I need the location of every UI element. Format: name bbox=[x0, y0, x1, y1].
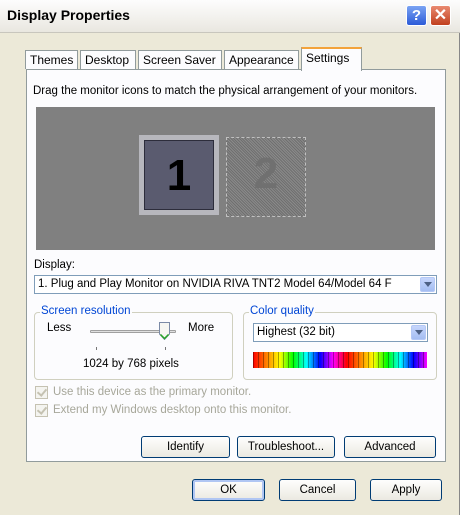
screen-resolution-title: Screen resolution bbox=[40, 305, 132, 317]
cancel-button[interactable]: Cancel bbox=[279, 479, 356, 501]
color-quality-value: Highest (32 bit) bbox=[257, 326, 335, 338]
resolution-slider-thumb[interactable] bbox=[159, 322, 170, 340]
monitor-preview: 1 2 bbox=[36, 107, 435, 250]
help-icon[interactable]: ? bbox=[406, 5, 427, 26]
troubleshoot-button[interactable]: Troubleshoot... bbox=[237, 436, 335, 458]
monitor-1-icon[interactable]: 1 bbox=[139, 135, 219, 215]
display-select[interactable]: 1. Plug and Play Monitor on NVIDIA RIVA … bbox=[34, 275, 437, 294]
slider-tick bbox=[96, 347, 97, 350]
close-icon[interactable]: ✕ bbox=[430, 5, 451, 26]
monitor-2-icon[interactable]: 2 bbox=[226, 137, 306, 217]
tab-screen-saver[interactable]: Screen Saver bbox=[138, 50, 222, 69]
tab-desktop[interactable]: Desktop bbox=[80, 50, 136, 69]
resolution-less-label: Less bbox=[47, 322, 72, 334]
chevron-down-icon[interactable] bbox=[420, 277, 435, 292]
advanced-button[interactable]: Advanced bbox=[344, 436, 436, 458]
primary-monitor-label: Use this device as the primary monitor. bbox=[53, 386, 252, 398]
display-select-value: 1. Plug and Play Monitor on NVIDIA RIVA … bbox=[38, 278, 392, 290]
slider-tick bbox=[165, 347, 166, 350]
title-bar[interactable]: Display Properties ? ✕ bbox=[0, 0, 460, 33]
resolution-more-label: More bbox=[188, 322, 215, 334]
color-quality-select[interactable]: Highest (32 bit) bbox=[253, 323, 428, 342]
primary-monitor-checkbox[interactable] bbox=[35, 386, 48, 399]
display-label: Display: bbox=[34, 259, 75, 271]
chevron-down-icon[interactable] bbox=[411, 325, 426, 340]
color-spectrum-bar bbox=[253, 352, 427, 368]
tab-themes[interactable]: Themes bbox=[25, 50, 78, 69]
ok-button[interactable]: OK bbox=[192, 479, 265, 501]
extend-desktop-checkbox[interactable] bbox=[35, 404, 48, 417]
tab-settings[interactable]: Settings bbox=[301, 47, 362, 71]
resolution-value: 1024 by 768 pixels bbox=[83, 358, 179, 370]
arrangement-hint: Drag the monitor icons to match the phys… bbox=[33, 85, 418, 97]
color-quality-title: Color quality bbox=[249, 305, 315, 317]
identify-button[interactable]: Identify bbox=[141, 436, 230, 458]
extend-desktop-label: Extend my Windows desktop onto this moni… bbox=[53, 404, 292, 416]
display-properties-window: Display Properties ? ✕ Themes Desktop Sc… bbox=[0, 0, 460, 515]
tab-appearance[interactable]: Appearance bbox=[224, 50, 299, 69]
apply-button[interactable]: Apply bbox=[370, 479, 442, 501]
window-title: Display Properties bbox=[7, 7, 130, 23]
